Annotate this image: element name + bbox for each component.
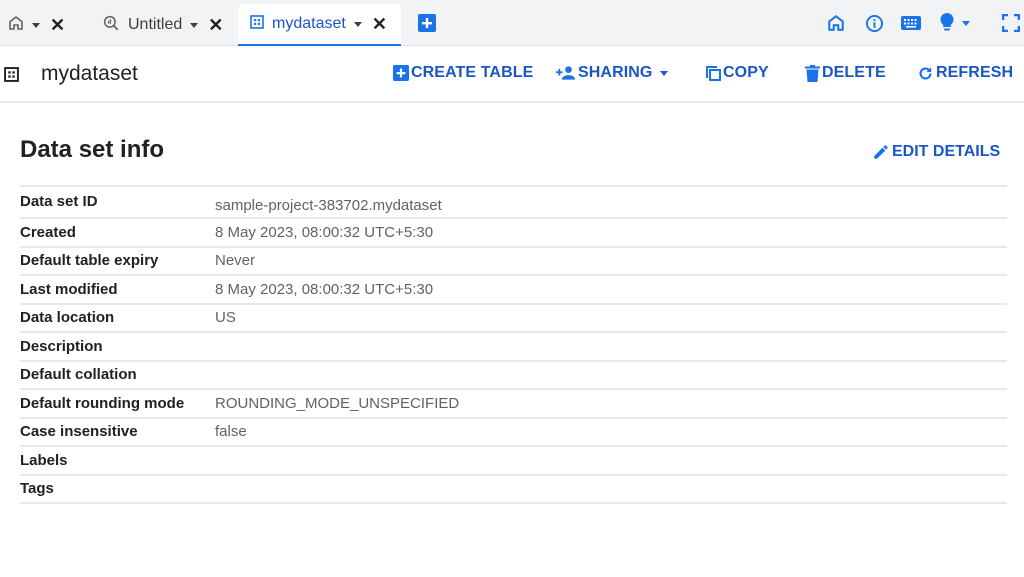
pencil-icon [874,145,888,159]
info-row: Data set ID sample-project-383702.mydatas… [20,187,1007,219]
info-value: 8 May 2023, 08:00:32 UTC+5:30 [215,223,434,241]
info-key: Last modified [20,280,118,298]
chevron-down-icon [962,20,970,26]
tips-button[interactable] [940,12,980,34]
query-icon [102,14,120,37]
info-key: Default table expiry [20,252,159,270]
info-row: Default table expiry Never [20,248,1007,276]
copy-button[interactable]: COPY [705,64,769,82]
dataset-header: mydataset CREATE TABLE SHARING COPY DELE… [0,46,1024,103]
keyboard-icon [901,16,921,30]
create-table-label: CREATE TABLE [411,64,534,81]
tab-bar: ✕ Untitled ✕ mydataset ✕ [0,0,1024,46]
info-row: Last modified 8 May 2023, 08:00:32 UTC+5:… [20,276,1007,305]
edit-details-label: EDIT DETAILS [892,143,1001,160]
info-value: 8 May 2023, 08:00:32 UTC+5:30 [215,280,434,298]
info-key: Default collation [20,366,137,384]
info-button[interactable] [863,12,885,34]
create-table-button[interactable]: CREATE TABLE [393,64,533,82]
close-icon[interactable]: ✕ [50,16,65,34]
tab-mydataset[interactable]: mydataset ✕ [238,4,401,46]
fullscreen-icon [1002,14,1020,32]
chevron-down-icon[interactable] [190,22,199,28]
info-icon [865,14,883,32]
home-icon [8,15,24,36]
trash-icon [805,64,820,82]
info-key: Created [20,223,76,241]
home-button[interactable] [825,12,847,34]
chevron-down-icon[interactable] [32,22,40,28]
tab-untitled[interactable]: Untitled ✕ [102,4,223,46]
info-key: Data location [20,309,115,327]
lightbulb-icon [940,13,954,31]
dataset-icon [4,67,19,87]
dataset-info-table: Data set ID sample-project-383702.mydatas… [20,185,1007,504]
info-key: Data set ID [20,193,98,210]
dataset-icon [250,14,264,34]
refresh-label: REFRESH [936,64,1014,81]
info-row: Labels [20,447,1007,476]
delete-button[interactable]: DELETE [805,64,886,82]
info-row: Case insensitive false [20,419,1007,447]
tab-home[interactable]: ✕ [8,4,65,46]
copy-label: COPY [723,64,769,81]
info-value: US [215,309,236,327]
info-key: Case insensitive [20,423,138,441]
info-row: Description [20,333,1007,362]
tab-label: Untitled [128,16,183,33]
info-key: Default rounding mode [20,394,185,412]
new-tab-button[interactable] [416,12,438,34]
copy-icon [706,66,721,81]
close-icon[interactable]: ✕ [208,16,223,34]
add-box-icon [393,65,409,81]
delete-label: DELETE [822,64,886,81]
add-icon [418,14,436,32]
info-value: Never [215,252,256,270]
sharing-label: SHARING [578,64,653,81]
keyboard-shortcuts-button[interactable] [900,12,922,34]
info-value: sample-project-383702.mydataset [215,197,442,214]
info-key: Tags [20,480,54,498]
info-row: Tags [20,476,1007,504]
home-icon [828,15,844,31]
tab-label: mydataset [272,15,346,32]
info-key: Description [20,337,103,355]
page-title: mydataset [41,62,138,85]
section-title: Data set info [20,136,165,163]
info-row: Default rounding mode ROUNDING_MODE_UNSPE… [20,390,1007,419]
sharing-button[interactable]: SHARING [556,64,669,82]
info-row: Default collation [20,362,1007,390]
refresh-button[interactable]: REFRESH [917,64,1013,82]
info-row: Data location US [20,305,1007,333]
edit-details-button[interactable]: EDIT DETAILS [872,143,1000,161]
chevron-down-icon[interactable] [353,21,362,27]
info-row: Created 8 May 2023, 08:00:32 UTC+5:30 [20,219,1007,248]
info-key: Labels [20,451,68,469]
chevron-down-icon [660,70,669,76]
close-icon[interactable]: ✕ [372,15,387,33]
fullscreen-button[interactable] [1000,12,1022,34]
refresh-icon [919,66,932,79]
info-value: false [215,423,247,441]
person-add-icon [556,66,576,80]
info-value: ROUNDING_MODE_UNSPECIFIED [215,394,460,412]
